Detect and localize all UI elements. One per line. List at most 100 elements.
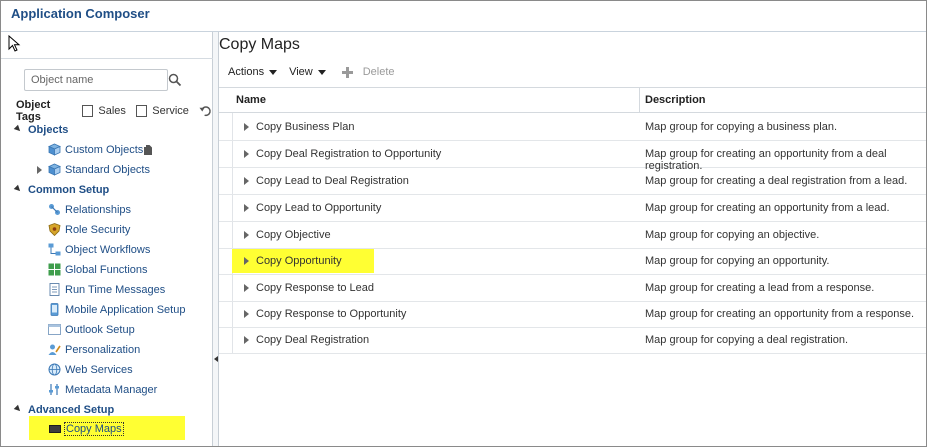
standard-objects-label: Standard Objects xyxy=(65,164,150,176)
search-icon[interactable] xyxy=(168,73,182,87)
sidebar-item-metadata-manager[interactable]: Metadata Manager xyxy=(1,380,213,400)
table-row[interactable]: Copy Business Plan Map group for copying… xyxy=(219,114,926,141)
expand-row-icon[interactable] xyxy=(244,257,249,265)
copy-maps-table: Name Description Copy Business Plan Map … xyxy=(219,87,926,354)
sidebar-item-object-workflows[interactable]: Object Workflows xyxy=(1,240,213,260)
row-name[interactable]: Copy Deal Registration to Opportunity xyxy=(256,148,441,160)
custom-objects-label: Custom Objects xyxy=(65,144,144,156)
row-description: Map group for creating an opportunity fr… xyxy=(645,202,890,214)
document-icon xyxy=(49,283,60,296)
sidebar-item-copy-maps[interactable]: Copy Maps xyxy=(64,422,124,436)
table-header: Name Description xyxy=(219,88,926,113)
expand-row-icon[interactable] xyxy=(244,231,249,239)
row-description: Map group for creating a deal registrati… xyxy=(645,175,908,187)
table-row[interactable]: Copy Deal Registration Map group for cop… xyxy=(219,327,926,354)
row-name[interactable]: Copy Lead to Opportunity xyxy=(256,202,381,214)
expand-row-icon[interactable] xyxy=(244,123,249,131)
actions-menu[interactable]: Actions xyxy=(228,66,278,78)
collapse-triangle-icon[interactable] xyxy=(13,404,23,414)
expand-row-icon[interactable] xyxy=(244,310,249,318)
mouse-cursor-icon xyxy=(8,35,21,52)
sidebar-item-relationships[interactable]: Relationships xyxy=(1,200,213,220)
sidebar-item-outlook-setup[interactable]: Outlook Setup xyxy=(1,320,213,340)
sidebar-item-mobile-application-setup[interactable]: Mobile Application Setup xyxy=(1,300,213,320)
global-functions-label: Global Functions xyxy=(65,264,148,276)
section-common-setup[interactable]: Common Setup xyxy=(1,180,213,200)
sidebar-item-web-services[interactable]: Web Services xyxy=(1,360,213,380)
row-description: Map group for copying a deal registratio… xyxy=(645,334,849,346)
table-row[interactable]: Copy Lead to Deal Registration Map group… xyxy=(219,168,926,195)
add-icon[interactable] xyxy=(341,66,353,78)
search-box xyxy=(24,69,168,91)
table-row[interactable]: Copy Response to Opportunity Map group f… xyxy=(219,301,926,328)
web-services-label: Web Services xyxy=(65,364,133,376)
table-row[interactable]: Copy Deal Registration to Opportunity Ma… xyxy=(219,141,926,172)
expand-row-icon[interactable] xyxy=(244,284,249,292)
copy-maps-icon xyxy=(49,425,61,433)
row-name[interactable]: Copy Deal Registration xyxy=(256,334,369,346)
row-name[interactable]: Copy Response to Opportunity xyxy=(256,308,406,320)
row-name[interactable]: Copy Response to Lead xyxy=(256,282,374,294)
caret-down-icon xyxy=(317,69,326,75)
sliders-icon xyxy=(49,384,59,395)
section-advanced-setup-label: Advanced Setup xyxy=(28,404,115,416)
sales-checkbox-label: Sales xyxy=(98,105,126,117)
shield-icon xyxy=(48,223,61,236)
app-header: Application Composer xyxy=(1,1,926,32)
caret-down-icon xyxy=(269,69,278,75)
row-name[interactable]: Copy Objective xyxy=(256,229,331,241)
cube-icon xyxy=(48,143,61,156)
sidebar: Object Tags Sales Service Objects Custom… xyxy=(1,32,213,446)
row-description: Map group for creating an opportunity fr… xyxy=(645,308,915,320)
expand-row-icon[interactable] xyxy=(244,177,249,185)
relationships-icon xyxy=(49,204,60,215)
row-description: Map group for copying an opportunity. xyxy=(645,255,830,267)
row-name[interactable]: Copy Opportunity xyxy=(256,255,342,267)
page-title: Copy Maps xyxy=(219,36,300,53)
row-description: Map group for copying an objective. xyxy=(645,229,820,241)
object-workflows-label: Object Workflows xyxy=(65,244,151,256)
collapse-arrow-icon[interactable] xyxy=(214,356,218,362)
sidebar-item-personalization[interactable]: Personalization xyxy=(1,340,213,360)
delete-button[interactable]: Delete xyxy=(363,66,395,78)
new-document-icon[interactable] xyxy=(143,144,153,156)
sidebar-item-run-time-messages[interactable]: Run Time Messages xyxy=(1,280,213,300)
collapse-triangle-icon[interactable] xyxy=(13,124,23,134)
expand-row-icon[interactable] xyxy=(244,204,249,212)
expand-triangle-icon[interactable] xyxy=(37,166,42,174)
table-row[interactable]: Copy Objective Map group for copying an … xyxy=(219,222,926,249)
metadata-manager-label: Metadata Manager xyxy=(65,384,158,396)
function-grid-icon xyxy=(48,263,61,276)
service-checkbox[interactable] xyxy=(135,105,148,117)
run-time-messages-label: Run Time Messages xyxy=(65,284,166,296)
table-row[interactable]: Copy Response to Lead Map group for crea… xyxy=(219,275,926,302)
row-name[interactable]: Copy Lead to Deal Registration xyxy=(256,175,409,187)
sidebar-item-custom-objects[interactable]: Custom Objects xyxy=(1,140,213,160)
expand-row-icon[interactable] xyxy=(244,150,249,158)
section-objects[interactable]: Objects xyxy=(1,120,213,140)
cube-icon xyxy=(48,163,61,176)
row-description: Map group for creating a lead from a res… xyxy=(645,282,875,294)
globe-icon xyxy=(48,363,61,376)
row-name[interactable]: Copy Business Plan xyxy=(256,121,354,133)
sidebar-item-standard-objects[interactable]: Standard Objects xyxy=(1,160,213,180)
sales-checkbox[interactable] xyxy=(82,105,94,117)
expand-row-icon[interactable] xyxy=(244,336,249,344)
table-row-selected[interactable]: Copy Opportunity Map group for copying a… xyxy=(219,248,926,275)
column-header-name[interactable]: Name xyxy=(236,94,266,106)
sidebar-item-role-security[interactable]: Role Security xyxy=(1,220,213,240)
toolbar: Actions View Delete xyxy=(228,65,395,79)
collapse-triangle-icon[interactable] xyxy=(13,184,23,194)
table-row[interactable]: Copy Lead to Opportunity Map group for c… xyxy=(219,195,926,222)
section-common-setup-label: Common Setup xyxy=(28,184,110,196)
object-name-search-input[interactable] xyxy=(25,70,165,90)
object-tags-filter: Object Tags Sales Service xyxy=(16,99,212,123)
personalization-label: Personalization xyxy=(65,344,141,356)
sidebar-item-global-functions[interactable]: Global Functions xyxy=(1,260,213,280)
view-menu[interactable]: View xyxy=(289,66,326,78)
role-security-label: Role Security xyxy=(65,224,131,236)
relationships-label: Relationships xyxy=(65,204,132,216)
column-header-description[interactable]: Description xyxy=(645,94,706,106)
reset-icon[interactable] xyxy=(199,105,212,117)
actions-menu-label: Actions xyxy=(228,66,265,78)
